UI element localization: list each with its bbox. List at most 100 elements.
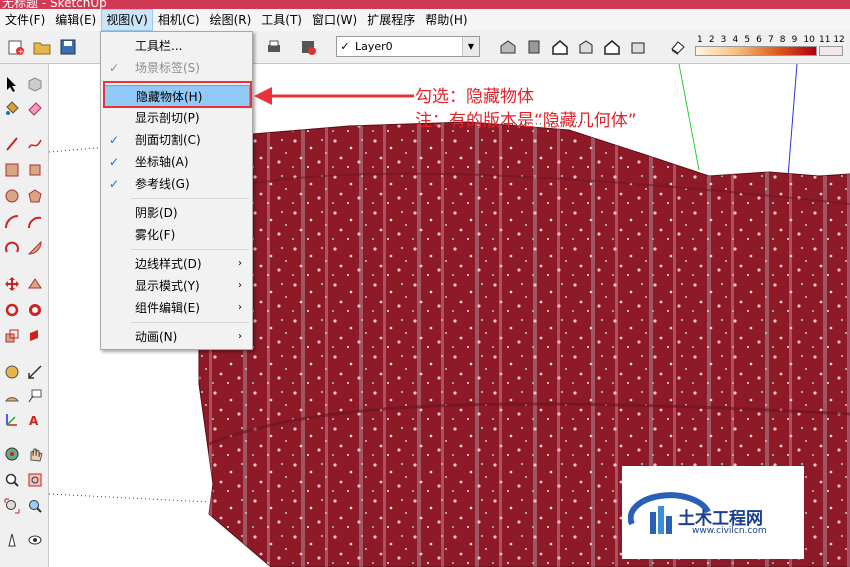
annotation-line-1: 勾选：隐藏物体: [415, 87, 534, 107]
scale-label: 7: [767, 35, 774, 45]
scale-bar: [695, 46, 817, 56]
text-tool-icon[interactable]: [25, 386, 45, 406]
print-icon[interactable]: [264, 37, 284, 57]
check-icon: ✓: [109, 155, 120, 169]
zoom-window-icon[interactable]: [25, 470, 45, 490]
front-view-icon[interactable]: [550, 37, 570, 57]
select-arrow-icon[interactable]: [2, 74, 22, 94]
paint-bucket-icon[interactable]: [2, 98, 22, 118]
orbit-icon[interactable]: [2, 444, 22, 464]
two-point-arc-icon[interactable]: [25, 212, 45, 232]
scale-label: 3: [720, 35, 727, 45]
follow-me-icon[interactable]: [25, 300, 45, 320]
view-menu-item-shadows[interactable]: 阴影(D): [103, 202, 250, 224]
view-menu-item-section-cuts[interactable]: ✓ 剖面切割(C): [103, 129, 250, 151]
move-icon[interactable]: [2, 274, 22, 294]
look-around-icon[interactable]: [25, 530, 45, 550]
arc-icon[interactable]: [2, 212, 22, 232]
save-icon[interactable]: [58, 37, 78, 57]
submenu-arrow-icon: ›: [238, 258, 242, 269]
rotate-icon[interactable]: [2, 300, 22, 320]
new-file-icon[interactable]: +: [6, 37, 26, 57]
scale-label: 2: [708, 35, 715, 45]
eraser-icon[interactable]: [25, 98, 45, 118]
view-menu-item-guides[interactable]: ✓ 参考线(G): [103, 173, 250, 195]
menu-view[interactable]: 视图(V): [101, 9, 153, 31]
back-view-icon[interactable]: [602, 37, 622, 57]
menu-extensions[interactable]: 扩展程序: [362, 9, 420, 31]
circle-icon[interactable]: [2, 186, 22, 206]
annotation-line-2: 注：有的版本是“隐藏几何体”: [415, 111, 637, 131]
scale-label: 6: [756, 35, 762, 45]
rectangle-icon[interactable]: [2, 160, 22, 180]
zoom-icon[interactable]: [2, 470, 22, 490]
push-pull-icon[interactable]: [25, 274, 45, 294]
layer-name: Layer0: [355, 40, 393, 53]
view-menu-item-fog[interactable]: 雾化(F): [103, 224, 250, 246]
menu-camera[interactable]: 相机(C): [153, 9, 205, 31]
scale-label: 12: [833, 35, 845, 45]
submenu-arrow-icon: ›: [238, 331, 242, 342]
polygon-icon[interactable]: [25, 186, 45, 206]
menu-help[interactable]: 帮助(H): [420, 9, 472, 31]
line-tool-icon[interactable]: [2, 134, 22, 154]
dimension-icon[interactable]: [25, 362, 45, 382]
menu-edit[interactable]: 编辑(E): [50, 9, 101, 31]
freehand-icon[interactable]: [25, 134, 45, 154]
previous-view-icon[interactable]: [25, 496, 45, 516]
layer-check-icon: ✓: [340, 40, 350, 53]
position-camera-icon[interactable]: [2, 530, 22, 550]
menu-window[interactable]: 窗口(W): [307, 9, 362, 31]
view-menu-item-scene-tabs[interactable]: ✓ 场景标签(S): [103, 57, 250, 79]
scale-label: 10: [803, 35, 815, 45]
eraser-style-icon[interactable]: [668, 37, 688, 57]
scale-bar-extra: [819, 46, 843, 56]
rotated-rectangle-icon[interactable]: [25, 160, 45, 180]
submenu-arrow-icon: ›: [238, 302, 242, 313]
scale-icon[interactable]: [2, 326, 22, 346]
right-view-icon[interactable]: [576, 37, 596, 57]
protractor-icon[interactable]: [2, 386, 22, 406]
tool-palette: A: [0, 64, 49, 567]
left-view-icon[interactable]: [628, 37, 648, 57]
check-icon: ✓: [109, 133, 120, 147]
component-icon[interactable]: [25, 74, 45, 94]
view-menu-item-toolbars[interactable]: 工具栏...: [103, 35, 250, 57]
model-info-icon[interactable]: [298, 37, 318, 57]
pan-hand-icon[interactable]: [25, 444, 45, 464]
top-view-icon[interactable]: [524, 37, 544, 57]
offset-icon[interactable]: [25, 326, 45, 346]
scale-label: 4: [732, 35, 739, 45]
title-bar: 无标题 - SketchUp: [0, 0, 850, 9]
axes-tool-icon[interactable]: [2, 410, 22, 430]
menu-file[interactable]: 文件(F): [0, 9, 50, 31]
menu-draw[interactable]: 绘图(R): [205, 9, 257, 31]
svg-text:A: A: [29, 414, 39, 428]
menu-separator: [131, 198, 249, 199]
annotation-highlight-box: [103, 81, 252, 108]
menu-separator: [131, 249, 249, 250]
submenu-arrow-icon: ›: [238, 280, 242, 291]
scale-label: 11: [819, 35, 831, 45]
menu-bar: 文件(F) 编辑(E) 视图(V) 相机(C) 绘图(R) 工具(T) 窗口(W…: [0, 9, 850, 31]
open-folder-icon[interactable]: [32, 37, 52, 57]
view-menu-item-component-edit[interactable]: 组件编辑(E) ›: [103, 297, 250, 319]
view-menu-dropdown: 工具栏... ✓ 场景标签(S) 隐藏物体(H) 显示剖切(P) ✓ 剖面切割(…: [100, 31, 253, 350]
three-point-arc-icon[interactable]: [2, 238, 22, 258]
pie-icon[interactable]: [25, 238, 45, 258]
view-menu-item-axes[interactable]: ✓ 坐标轴(A): [103, 151, 250, 173]
layer-selector[interactable]: ✓ Layer0 ▼: [336, 36, 480, 57]
scale-legend-extra: 11 12: [819, 35, 845, 56]
menu-tools[interactable]: 工具(T): [256, 9, 307, 31]
iso-view-icon[interactable]: [498, 37, 518, 57]
scale-label: 8: [779, 35, 786, 45]
chevron-down-icon[interactable]: ▼: [462, 37, 479, 56]
zoom-extents-icon[interactable]: [2, 496, 22, 516]
3d-text-icon[interactable]: A: [25, 410, 45, 430]
view-menu-item-section-planes[interactable]: 显示剖切(P): [103, 107, 250, 129]
scale-label: 9: [791, 35, 798, 45]
view-menu-item-face-style[interactable]: 显示模式(Y) ›: [103, 275, 250, 297]
view-menu-item-animation[interactable]: 动画(N) ›: [103, 326, 250, 348]
view-menu-item-edge-style[interactable]: 边线样式(D) ›: [103, 253, 250, 275]
tape-measure-icon[interactable]: [2, 362, 22, 382]
